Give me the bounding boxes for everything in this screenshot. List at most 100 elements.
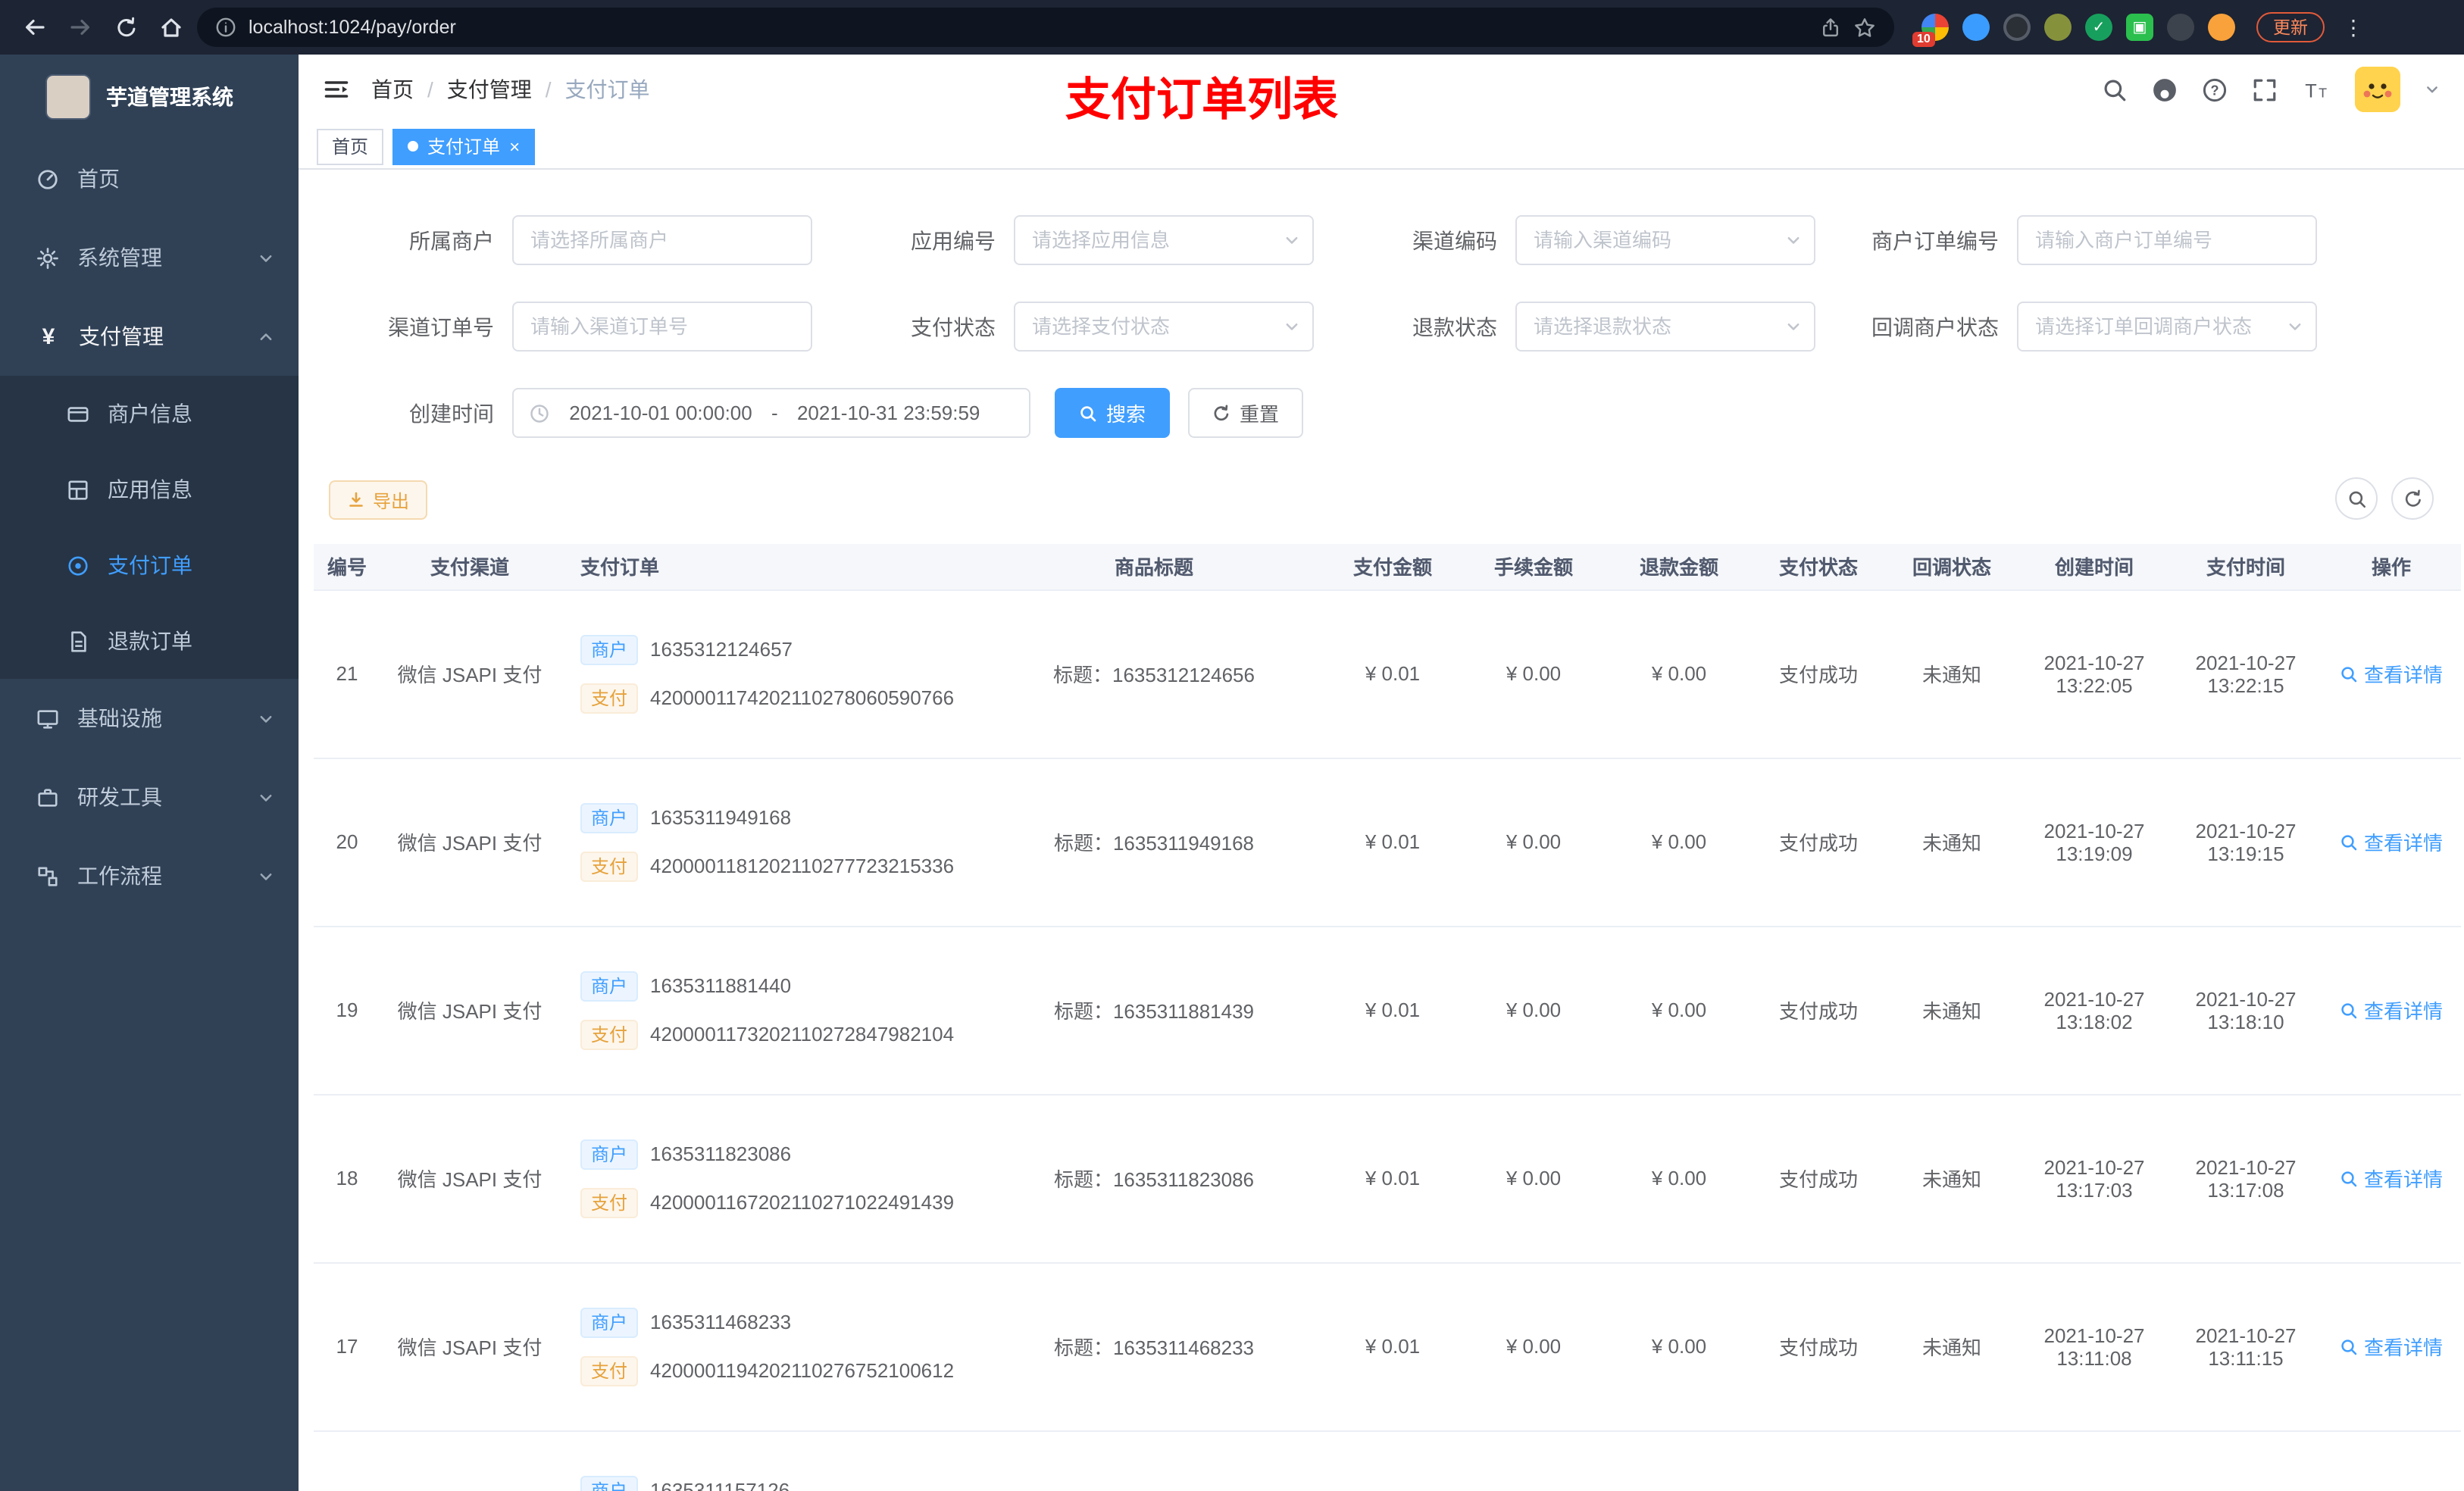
- pay-tag: 支付: [580, 1019, 639, 1049]
- date-start-input[interactable]: [559, 402, 762, 424]
- reset-button[interactable]: 重置: [1188, 388, 1304, 438]
- extension-icon-dark[interactable]: [2003, 14, 2031, 41]
- browser-back-button[interactable]: [15, 8, 55, 47]
- cell-status: [1752, 1430, 1885, 1491]
- sidebar-item-system[interactable]: 系统管理: [0, 218, 299, 297]
- pay-status-select[interactable]: [1014, 302, 1314, 352]
- channel-order-no-input[interactable]: [512, 302, 812, 352]
- date-end-input[interactable]: [786, 402, 990, 424]
- breadcrumb-item-home[interactable]: 首页: [371, 74, 414, 105]
- extension-icon-face[interactable]: [2208, 14, 2235, 41]
- chevron-down-icon: [1286, 324, 1298, 330]
- site-info-icon[interactable]: [215, 17, 236, 38]
- magnifier-icon: [2341, 666, 2357, 682]
- sidebar-item-label: 退款订单: [108, 629, 192, 653]
- fullscreen-icon[interactable]: [2252, 77, 2278, 102]
- view-detail-link[interactable]: 查看详情: [2340, 827, 2443, 856]
- search-button[interactable]: 搜索: [1055, 388, 1171, 438]
- refund-status-field[interactable]: [1534, 315, 1775, 338]
- extension-icon-grid[interactable]: 10: [1912, 14, 1949, 47]
- bookmark-star-icon[interactable]: [1853, 16, 1876, 39]
- notify-status-select[interactable]: [2017, 302, 2317, 352]
- tab-home[interactable]: 首页: [317, 128, 384, 164]
- extension-icon-olive[interactable]: [2044, 14, 2072, 41]
- merchant-order-no-field[interactable]: [2035, 229, 2276, 252]
- cell-order: 商户 1635311468233 支付 42000011942021102767…: [559, 1262, 983, 1431]
- chevron-down-icon: [260, 715, 272, 722]
- browser-home-button[interactable]: [152, 8, 191, 47]
- cell-title: 标题：1635312124656: [983, 589, 1324, 758]
- app-title: 芋道管理系统: [106, 85, 233, 109]
- extension-icon-chat[interactable]: ▣: [2126, 14, 2153, 41]
- view-detail-label: 查看详情: [2363, 1336, 2443, 1359]
- extension-icon-green-check[interactable]: ✓: [2085, 14, 2112, 41]
- search-icon[interactable]: [2102, 77, 2128, 102]
- merchant-input-field[interactable]: [530, 229, 771, 252]
- sidebar-item-label: 工作流程: [77, 864, 162, 888]
- github-icon[interactable]: [2152, 77, 2178, 102]
- sidebar-item-workflow[interactable]: 工作流程: [0, 836, 299, 915]
- view-detail-link[interactable]: 查看详情: [2340, 996, 2443, 1024]
- column-header-id: 编号: [314, 544, 380, 590]
- export-button[interactable]: 导出: [329, 480, 428, 520]
- extension-icon-pin[interactable]: [2167, 14, 2194, 41]
- extension-icon-drop[interactable]: [1962, 14, 1990, 41]
- pay-tag: 支付: [580, 683, 639, 713]
- tab-pay-order[interactable]: 支付订单 ×: [392, 128, 536, 164]
- sidebar-item-devtools[interactable]: 研发工具: [0, 758, 299, 836]
- cell-create-time: 2021-10-27 13:22:05: [2018, 589, 2170, 758]
- tab-label: 支付订单: [427, 136, 501, 158]
- sidebar-item-label: 研发工具: [77, 785, 162, 809]
- table-header-row: 编号 支付渠道 支付订单 商品标题 支付金额 手续金额 退款金额 支付状态 回调…: [314, 544, 2461, 590]
- channel-code-field[interactable]: [1534, 229, 1775, 252]
- browser-menu-icon[interactable]: ⋮: [2343, 14, 2364, 40]
- view-detail-link[interactable]: 查看详情: [2340, 1332, 2443, 1361]
- sidebar-item-home[interactable]: 首页: [0, 139, 299, 218]
- user-avatar[interactable]: [2355, 67, 2400, 112]
- sidebar-item-refund-order[interactable]: 退款订单: [0, 603, 299, 679]
- refund-status-select[interactable]: [1515, 302, 1815, 352]
- sidebar-logo[interactable]: 芋道管理系统: [0, 55, 299, 139]
- cell-action: 查看详情: [2322, 758, 2461, 927]
- cell-notify: 未通知: [1885, 758, 2018, 927]
- table-tool-icons: [2335, 477, 2434, 520]
- browser-reload-button[interactable]: [106, 8, 145, 47]
- channel-code-select[interactable]: [1515, 215, 1815, 265]
- app-select-field[interactable]: [1032, 229, 1273, 252]
- merchant-input[interactable]: [512, 215, 812, 265]
- field-label: 商户订单编号: [1871, 228, 1999, 252]
- merchant-order-no-input[interactable]: [2017, 215, 2317, 265]
- browser-update-button[interactable]: 更新: [2256, 12, 2325, 42]
- view-detail-link[interactable]: 查看详情: [2340, 1164, 2443, 1192]
- filter-row-1: 所属商户 应用编号 渠道编码: [314, 215, 2464, 265]
- table-row: 17 微信 JSAPI 支付 商户 1635311468233 支付 42000…: [314, 1262, 2461, 1431]
- address-bar[interactable]: localhost:1024/pay/order: [197, 8, 1894, 47]
- date-range-picker[interactable]: -: [512, 388, 1030, 438]
- view-detail-link[interactable]: 查看详情: [2340, 659, 2443, 688]
- toggle-search-button[interactable]: [2335, 477, 2378, 520]
- notify-status-field[interactable]: [2035, 315, 2276, 338]
- browser-forward-button[interactable]: [61, 8, 100, 47]
- refresh-table-button[interactable]: [2391, 477, 2434, 520]
- sidebar-item-pay-order[interactable]: 支付订单: [0, 527, 299, 603]
- sidebar-item-payment[interactable]: ¥ 支付管理: [0, 297, 299, 376]
- merchant-order-no: 1635311468233: [650, 1311, 792, 1333]
- filter-field-notify-status: 回调商户状态: [1818, 302, 2320, 352]
- channel-order-no-field[interactable]: [530, 315, 771, 338]
- filter-field-pay-status: 支付状态: [815, 302, 1317, 352]
- help-icon[interactable]: ?: [2202, 77, 2228, 102]
- cell-pay-time: 2021-10-27 13:18:10: [2170, 926, 2322, 1095]
- extension-badge: 10: [1912, 32, 1935, 47]
- share-icon[interactable]: [1820, 17, 1841, 38]
- font-size-icon[interactable]: TT: [2302, 77, 2331, 102]
- chevron-down-icon[interactable]: [2425, 82, 2440, 97]
- sidebar-item-infra[interactable]: 基础设施: [0, 679, 299, 758]
- tab-close-icon[interactable]: ×: [509, 137, 520, 155]
- cell-create-time: 2021-10-27 13:19:09: [2018, 758, 2170, 927]
- sidebar-item-merchant-info[interactable]: 商户信息: [0, 376, 299, 452]
- app-select[interactable]: [1014, 215, 1314, 265]
- breadcrumb-item-payment[interactable]: 支付管理: [447, 74, 532, 105]
- pay-status-field[interactable]: [1032, 315, 1273, 338]
- sidebar-item-app-info[interactable]: 应用信息: [0, 452, 299, 527]
- sidebar-toggle-button[interactable]: [323, 76, 350, 103]
